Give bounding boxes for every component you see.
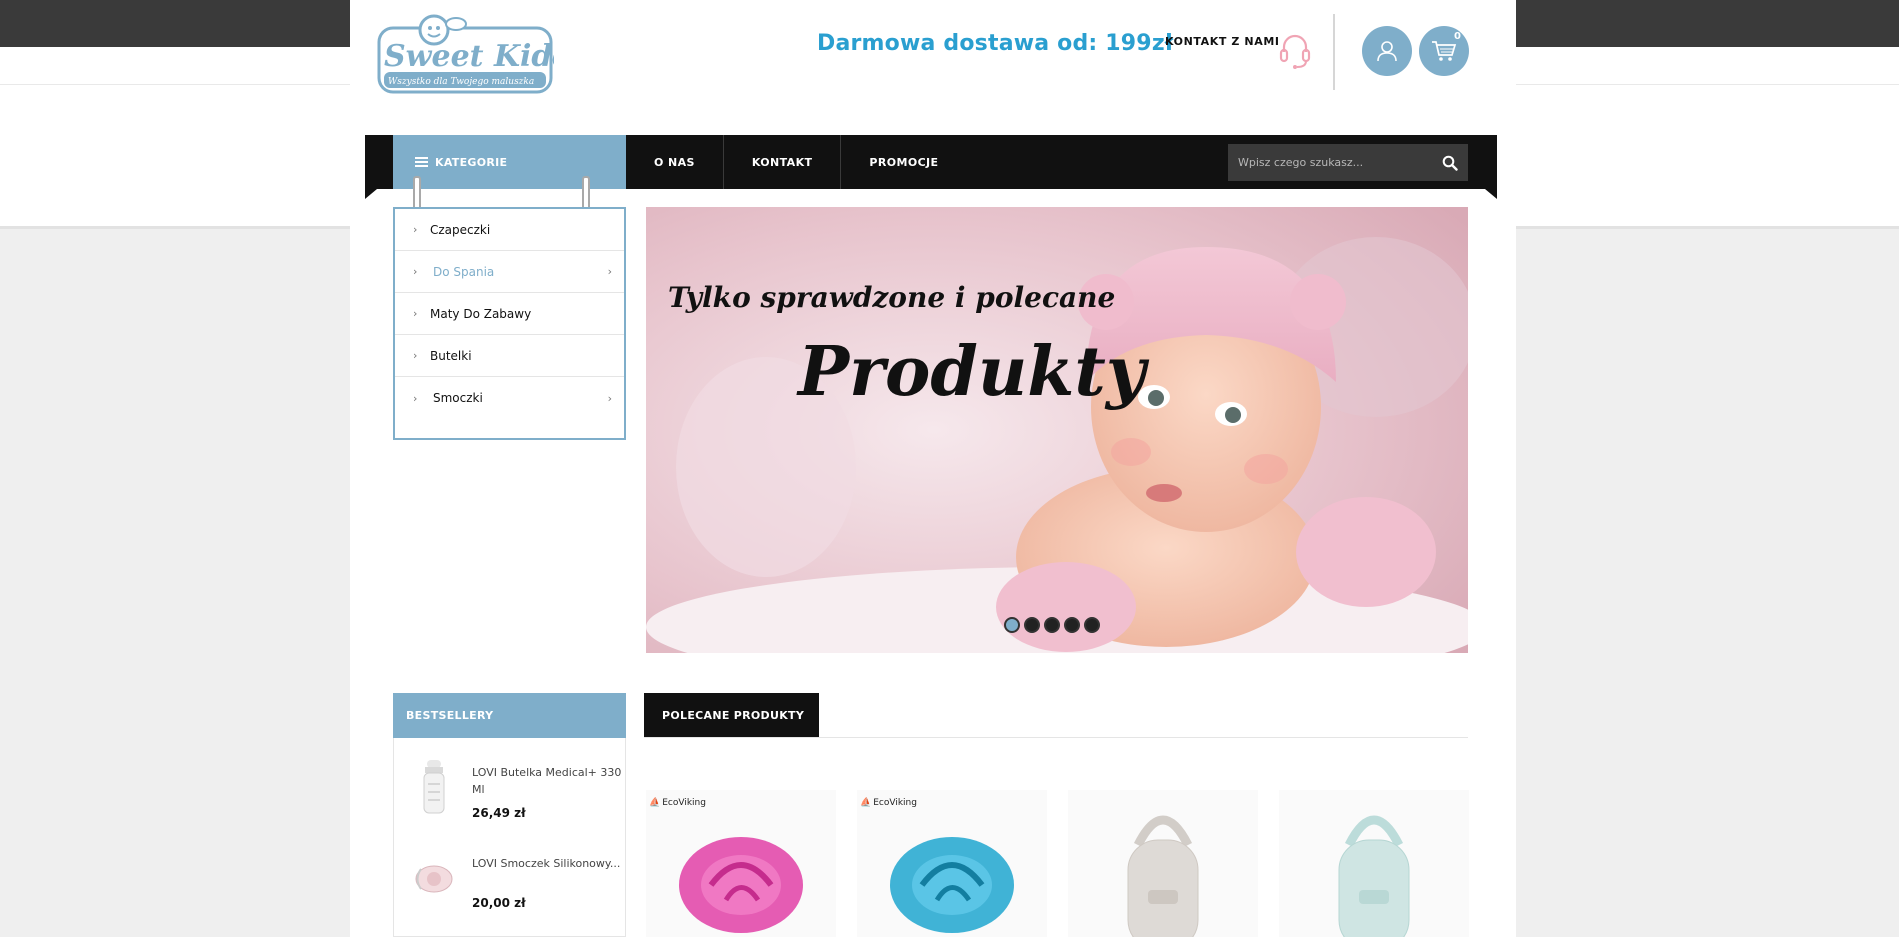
category-item-czapeczki[interactable]: › Czapeczki: [395, 209, 624, 251]
chevron-right-icon: ›: [413, 349, 418, 362]
product-name[interactable]: LOVI Butelka Medical+ 330 Ml: [472, 764, 622, 798]
category-label: Butelki: [430, 348, 472, 363]
slider-dot[interactable]: [1084, 617, 1100, 633]
category-item-maty-do-zabawy[interactable]: › Maty Do Zabawy: [395, 293, 624, 335]
slider-dot[interactable]: [1044, 617, 1060, 633]
product-name[interactable]: LOVI Smoczek Silikonowy...: [472, 855, 622, 872]
chevron-right-icon: ›: [413, 307, 418, 320]
product-card[interactable]: ⛵ EcoViking: [857, 790, 1047, 937]
page-container: Sweet Kiddy Wszystko dla Twojego maluszk…: [350, 0, 1516, 937]
logo-tagline: Wszystko dla Twojego maluszka: [388, 77, 534, 87]
product-thumbnail[interactable]: [409, 754, 459, 820]
product-card[interactable]: [1068, 790, 1258, 937]
product-image: [1338, 815, 1410, 937]
product-image: [679, 837, 803, 933]
slider-dots: [1004, 617, 1100, 633]
user-icon: [1377, 41, 1397, 62]
product-card[interactable]: ⛵ EcoViking: [646, 790, 836, 937]
category-label: Smoczki: [433, 391, 483, 405]
chevron-right-icon: ›: [413, 265, 418, 278]
search-icon: [1442, 155, 1458, 171]
category-list: › Czapeczki › Do Spania › › Maty Do Zaba…: [393, 207, 626, 440]
submenu-arrow-icon[interactable]: ›: [608, 265, 612, 278]
search-input[interactable]: [1228, 144, 1432, 181]
slider-dot[interactable]: [1024, 617, 1040, 633]
chevron-right-icon: ›: [413, 223, 418, 236]
product-price: 26,49 zł: [472, 806, 526, 820]
header-divider: [1333, 14, 1335, 90]
bestsellers-heading: BESTSELLERY: [393, 693, 626, 738]
category-item-do-spania[interactable]: › Do Spania ›: [395, 251, 624, 293]
logo-title: Sweet Kiddy: [384, 39, 554, 74]
slider-dot[interactable]: [1004, 617, 1020, 633]
hero-headline: Produkty: [798, 332, 1146, 412]
categories-label: KATEGORIE: [435, 155, 508, 169]
product-card[interactable]: [1279, 790, 1469, 937]
nav-links: O NAS KONTAKT PROMOCJE: [626, 135, 966, 189]
menu-icon: [415, 155, 428, 169]
category-label: Czapeczki: [430, 222, 491, 237]
contact-link[interactable]: KONTAKT Z NAMI: [1165, 35, 1280, 48]
brand-logo-icon: ⛵: [649, 798, 661, 808]
product-image: [890, 837, 1014, 933]
headset-icon[interactable]: [1278, 32, 1312, 70]
product-image: [1127, 815, 1199, 937]
hero-tagline: Tylko sprawdzone i polecane: [668, 281, 1116, 314]
bestsellers-list: LOVI Butelka Medical+ 330 Ml 26,49 zł LO…: [393, 738, 626, 937]
product-thumbnail[interactable]: [409, 845, 459, 911]
brand-badge: ⛵ EcoViking: [860, 798, 917, 808]
tab-recommended-products[interactable]: POLECANE PRODUKTY: [644, 693, 819, 738]
slider-dot[interactable]: [1064, 617, 1080, 633]
cart-icon: [1432, 41, 1457, 61]
tab-underline: [644, 737, 1468, 738]
nav-link-promocje[interactable]: PROMOCJE: [841, 135, 966, 189]
category-label: Maty Do Zabawy: [430, 306, 532, 321]
bestseller-item[interactable]: LOVI Smoczek Silikonowy... 20,00 zł: [394, 837, 627, 917]
site-logo[interactable]: Sweet Kiddy Wszystko dla Twojego maluszk…: [376, 10, 593, 95]
bestseller-item[interactable]: LOVI Butelka Medical+ 330 Ml 26,49 zł: [394, 746, 627, 826]
categories-toggle[interactable]: KATEGORIE: [393, 135, 626, 189]
free-shipping-text: Darmowa dostawa od: 199zł: [817, 31, 1174, 56]
category-item-butelki[interactable]: › Butelki: [395, 335, 624, 377]
chevron-right-icon: ›: [413, 391, 418, 405]
hero-slider[interactable]: Tylko sprawdzone i polecane Produkty: [646, 207, 1468, 653]
brand-badge: ⛵ EcoViking: [649, 798, 706, 808]
brand-logo-icon: ⛵: [860, 798, 872, 808]
submenu-arrow-icon[interactable]: ›: [608, 392, 612, 405]
hero-baby-image: [646, 207, 1468, 653]
search-bar: [1228, 144, 1468, 181]
product-price: 20,00 zł: [472, 896, 526, 910]
nav-link-o-nas[interactable]: O NAS: [626, 135, 724, 189]
cart-button[interactable]: [1419, 26, 1469, 76]
account-button[interactable]: [1362, 26, 1412, 76]
nav-link-kontakt[interactable]: KONTAKT: [724, 135, 842, 189]
category-label: Do Spania: [433, 264, 495, 279]
search-button[interactable]: [1432, 144, 1468, 181]
cart-count-badge: 0: [1454, 31, 1461, 42]
category-item-smoczki[interactable]: › Smoczki ›: [395, 377, 624, 419]
